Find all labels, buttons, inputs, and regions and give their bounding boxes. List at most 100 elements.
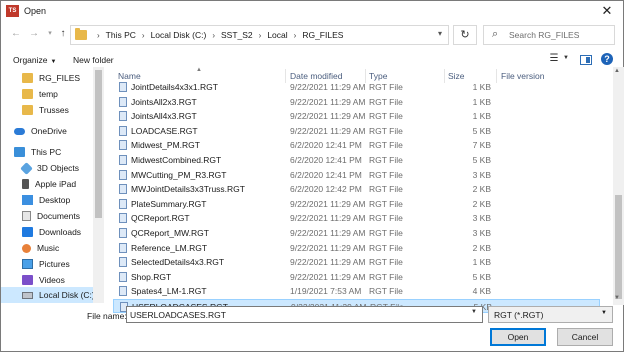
table-row[interactable]: QCReport_MW.RGT 9/22/2021 11:29 AM RGT Fil… bbox=[113, 226, 600, 240]
table-row[interactable]: Spates4_LM-1.RGT 1/19/2021 7:53 AM RGT Fil… bbox=[113, 284, 600, 298]
nav-item-downloads[interactable]: Downloads bbox=[1, 224, 93, 240]
file-size: 2 KB bbox=[472, 184, 491, 195]
nav-item-desktop[interactable]: Desktop bbox=[1, 192, 93, 208]
file-icon bbox=[119, 184, 127, 195]
nav-item-documents[interactable]: Documents bbox=[1, 208, 93, 224]
file-size: 1 KB bbox=[472, 111, 491, 122]
file-date: 6/2/2020 12:41 PM bbox=[290, 155, 362, 165]
chevron-right-icon: › bbox=[141, 30, 145, 40]
refresh-icon[interactable]: ↻ bbox=[453, 25, 477, 45]
table-row[interactable]: MWCutting_PM_R3.RGT 6/2/2020 12:41 PM RGT … bbox=[113, 168, 600, 182]
file-name-dropdown-icon[interactable]: ▼ bbox=[471, 309, 477, 315]
file-type: RGT File bbox=[369, 82, 403, 92]
nav-item-onedrive[interactable]: OneDrive bbox=[1, 123, 93, 139]
nav-item-videos[interactable]: Videos bbox=[1, 272, 93, 288]
nav-item-music[interactable]: Music bbox=[1, 240, 93, 256]
file-name: Midwest_PM.RGT bbox=[131, 140, 200, 151]
table-row[interactable]: QCReport.RGT 9/22/2021 11:29 AM RGT File 3 … bbox=[113, 211, 600, 225]
nav-item-apple-ipad[interactable]: Apple iPad bbox=[1, 176, 93, 192]
nav-item-pictures[interactable]: Pictures bbox=[1, 256, 93, 272]
search-box[interactable]: ⌕ Search RG_FILES bbox=[483, 25, 615, 45]
forward-arrow-icon[interactable]: → bbox=[27, 27, 41, 41]
file-size: 4 KB bbox=[472, 286, 491, 297]
file-size: 1 KB bbox=[472, 257, 491, 268]
open-dialog: TS Open ✕ ← → ▾ ↑ › This PC › Local Disk… bbox=[0, 0, 624, 352]
table-row[interactable]: MWJointDetails3x3Truss.RGT 6/2/2020 12:42… bbox=[113, 182, 600, 196]
file-icon bbox=[119, 286, 127, 297]
table-row[interactable]: Shop.RGT 9/22/2021 11:29 AM RGT File 5 KB bbox=[113, 270, 600, 284]
file-size: 5 KB bbox=[472, 125, 491, 136]
file-icon bbox=[119, 257, 127, 268]
breadcrumb-item[interactable]: Local bbox=[267, 30, 287, 40]
cancel-button[interactable]: Cancel bbox=[557, 328, 613, 346]
breadcrumb-item[interactable]: This PC bbox=[106, 30, 136, 40]
music-icon bbox=[22, 243, 31, 253]
file-size: 3 KB bbox=[472, 213, 491, 224]
table-row[interactable]: MidwestCombined.RGT 6/2/2020 12:41 PM RGT … bbox=[113, 153, 600, 167]
chevron-right-icon: › bbox=[293, 30, 297, 40]
file-date: 9/22/2021 11:29 AM bbox=[290, 257, 366, 268]
organize-button[interactable]: Organize ▼ bbox=[13, 55, 56, 65]
nav-item-temp[interactable]: temp bbox=[1, 86, 93, 102]
file-name-input[interactable] bbox=[126, 306, 483, 323]
breadcrumb-item[interactable]: SST_S2 bbox=[221, 30, 253, 40]
view-dropdown-icon[interactable]: ▼ bbox=[563, 55, 569, 61]
file-type: RGT File bbox=[369, 140, 403, 151]
file-name: PlateSummary.RGT bbox=[131, 198, 207, 209]
file-name: MWCutting_PM_R3.RGT bbox=[131, 169, 227, 180]
file-icon bbox=[119, 198, 127, 209]
nav-item-this-pc[interactable]: This PC bbox=[1, 144, 93, 160]
navigation-pane: RG_FILES temp Trusses OneDrive This PC 3… bbox=[1, 67, 105, 303]
table-row[interactable]: JointsAll2x3.RGT 9/22/2021 11:29 AM RGT Fi… bbox=[113, 95, 600, 109]
nav-item-local-disk[interactable]: Local Disk (C:) bbox=[1, 287, 95, 303]
address-bar[interactable]: › This PC › Local Disk (C:) › SST_S2 › L… bbox=[70, 25, 449, 45]
nav-item-3d-objects[interactable]: 3D Objects bbox=[1, 160, 93, 176]
file-date: 9/22/2021 11:29 AM bbox=[290, 271, 366, 282]
file-type: RGT File bbox=[369, 228, 403, 238]
recent-locations-chevron-icon[interactable]: ▾ bbox=[43, 27, 57, 41]
table-row[interactable]: JointsAll4x3.RGT 9/22/2021 11:29 AM RGT Fi… bbox=[113, 109, 600, 123]
chevron-down-icon: ▼ bbox=[601, 310, 607, 316]
chevron-right-icon: › bbox=[97, 30, 100, 40]
file-name: Spates4_LM-1.RGT bbox=[131, 286, 207, 297]
file-icon bbox=[119, 228, 127, 238]
table-row[interactable]: PlateSummary.RGT 9/22/2021 11:29 AM RGT Fi… bbox=[113, 197, 600, 211]
scroll-down-icon[interactable]: ▼ bbox=[614, 295, 620, 301]
file-date: 6/2/2020 12:41 PM bbox=[290, 140, 362, 151]
file-size: 2 KB bbox=[472, 242, 491, 253]
file-icon bbox=[119, 155, 127, 165]
table-row[interactable]: JointDetails4x3x1.RGT 9/22/2021 11:29 AM R… bbox=[113, 80, 600, 94]
table-row[interactable]: Midwest_PM.RGT 6/2/2020 12:41 PM RGT File 7… bbox=[113, 138, 600, 152]
preview-pane-icon[interactable] bbox=[580, 55, 592, 65]
table-row[interactable]: SelectedDetails4x3.RGT 9/22/2021 11:29 AM… bbox=[113, 255, 600, 269]
chevron-right-icon: › bbox=[212, 30, 215, 40]
nav-scrollbar-thumb[interactable] bbox=[95, 70, 102, 218]
back-arrow-icon[interactable]: ← bbox=[9, 27, 23, 41]
breadcrumb: › This PC › Local Disk (C:) › SST_S2 › L… bbox=[91, 26, 343, 44]
search-icon: ⌕ bbox=[492, 28, 499, 40]
file-type-select[interactable]: RGT (*.RGT) ▼ bbox=[488, 306, 613, 323]
address-dropdown-icon[interactable]: ▾ bbox=[438, 29, 442, 38]
desktop-icon bbox=[22, 195, 33, 205]
table-row[interactable]: LOADCASE.RGT 9/22/2021 11:29 AM RGT File 5 … bbox=[113, 124, 600, 138]
open-button[interactable]: Open bbox=[490, 328, 546, 346]
file-icon bbox=[119, 125, 127, 136]
scroll-up-icon[interactable]: ▲ bbox=[614, 68, 620, 74]
file-type: RGT File bbox=[369, 213, 403, 224]
nav-item-label: 3D Objects bbox=[37, 163, 80, 173]
breadcrumb-item[interactable]: Local Disk (C:) bbox=[151, 30, 207, 40]
table-row[interactable]: Reference_LM.RGT 9/22/2021 11:29 AM RGT Fi… bbox=[113, 241, 600, 255]
nav-item-rg-files[interactable]: RG_FILES bbox=[1, 70, 93, 86]
file-list-scrollbar-thumb[interactable] bbox=[615, 195, 622, 299]
view-options-icon[interactable]: ☰ bbox=[546, 53, 562, 67]
up-arrow-icon[interactable]: ↑ bbox=[56, 27, 70, 41]
breadcrumb-item[interactable]: RG_FILES bbox=[302, 30, 343, 40]
file-size: 1 KB bbox=[472, 82, 491, 92]
file-size: 3 KB bbox=[472, 169, 491, 180]
new-folder-button[interactable]: New folder bbox=[73, 55, 114, 65]
nav-item-trusses[interactable]: Trusses bbox=[1, 102, 93, 118]
app-icon: TS bbox=[6, 5, 19, 17]
nav-item-label: RG_FILES bbox=[39, 73, 81, 83]
close-icon[interactable]: ✕ bbox=[599, 3, 615, 19]
help-icon[interactable]: ? bbox=[601, 53, 613, 65]
